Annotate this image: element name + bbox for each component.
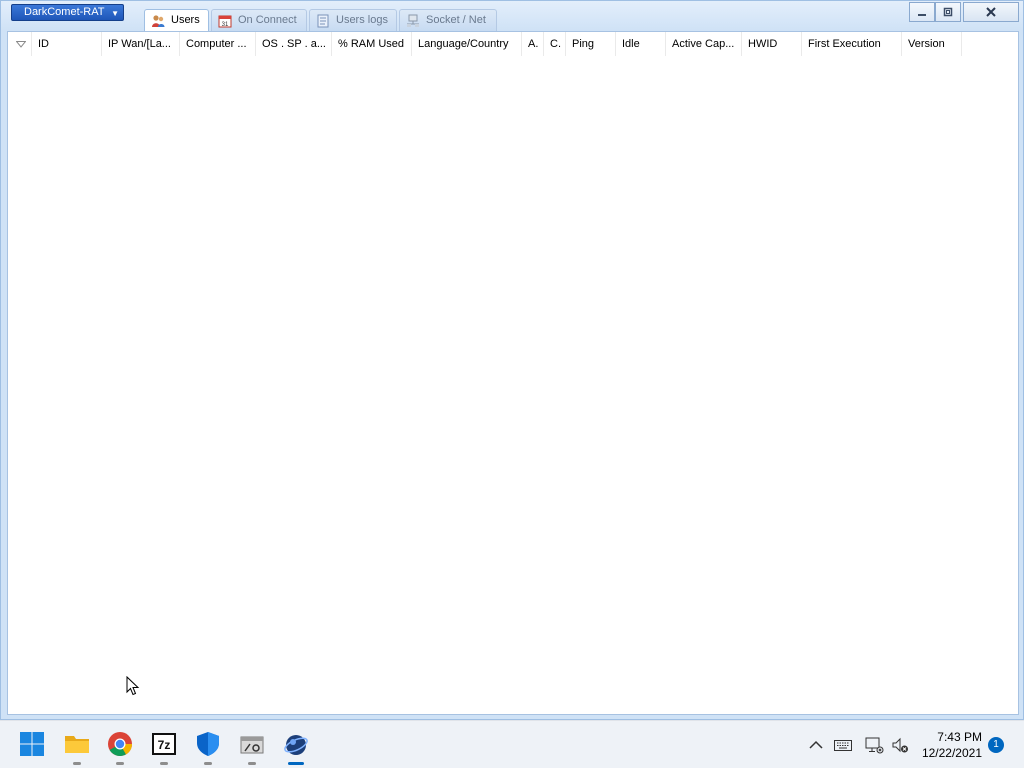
column-header-ip[interactable]: IP Wan/[La... [102,32,180,56]
users-listview[interactable]: ID IP Wan/[La... Computer ... OS . SP . … [7,31,1019,715]
tab-label: On Connect [238,14,297,26]
7zip-label: 7z [158,738,171,752]
volume-muted-icon[interactable] [890,735,910,755]
column-header-language[interactable]: Language/Country [412,32,522,56]
close-button[interactable] [963,2,1019,22]
clock-time: 7:43 PM [937,730,982,744]
restore-icon [943,7,953,17]
column-header-version[interactable]: Version [902,32,962,56]
taskbar-7zip[interactable]: 7z [147,729,181,765]
keyboard-icon[interactable] [833,735,853,755]
chrome-icon [108,732,132,757]
active-indicator [288,762,304,765]
title-bar[interactable]: DarkComet-RAT ▼ Users 31 On Connect User… [1,1,1023,32]
system-clock[interactable]: 7:43 PM 12/22/2021 [922,729,982,761]
app-menu-button[interactable]: DarkComet-RAT ▼ [11,4,124,21]
mouse-pointer-icon [126,676,140,696]
network-icon [406,14,420,28]
close-icon [986,7,996,17]
taskbar-chrome[interactable] [103,729,137,765]
running-indicator [160,762,168,765]
column-header-hwid[interactable]: HWID [742,32,802,56]
tab-on-connect[interactable]: 31 On Connect [211,9,307,31]
column-header-a[interactable]: A. [522,32,544,56]
calendar-icon: 31 [218,14,232,28]
column-header-ram[interactable]: % RAM Used [332,32,412,56]
tab-label: Users logs [336,14,388,26]
tab-socket-net[interactable]: Socket / Net [399,9,497,31]
tab-label: Socket / Net [426,14,486,26]
taskbar-defender[interactable] [191,729,225,765]
column-header-id[interactable]: ID [32,32,102,56]
list-header: ID IP Wan/[La... Computer ... OS . SP . … [8,32,1018,56]
chevron-up-icon[interactable] [806,735,826,755]
column-header-first-execution[interactable]: First Execution [802,32,902,56]
network-status-icon[interactable] [864,735,884,755]
app-window: DarkComet-RAT ▼ Users 31 On Connect User… [0,0,1024,720]
app-menu-label: DarkComet-RAT [24,6,105,18]
running-indicator [116,762,124,765]
notification-badge[interactable]: 1 [988,737,1004,753]
column-header-active-caption[interactable]: Active Cap... [666,32,742,56]
minimize-icon [918,14,926,16]
taskbar-tool[interactable] [235,729,269,765]
folder-icon [65,736,89,753]
column-header-c[interactable]: C. [544,32,566,56]
log-icon [316,14,330,28]
tab-users[interactable]: Users [144,9,209,32]
taskbar-file-explorer[interactable] [60,729,94,765]
column-header-computer[interactable]: Computer ... [180,32,256,56]
minimize-button[interactable] [909,2,935,22]
users-icon [151,14,165,28]
column-header-ping[interactable]: Ping [566,32,616,56]
darkcomet-icon [284,735,308,755]
column-header-idle[interactable]: Idle [616,32,666,56]
taskbar-darkcomet[interactable] [279,729,313,765]
calendar-day: 31 [222,22,229,28]
column-header-os[interactable]: OS . SP . a... [256,32,332,56]
shield-icon [197,732,219,756]
sort-column[interactable] [8,32,32,56]
clock-date: 12/22/2021 [921,746,982,760]
windows-start-icon [20,732,44,756]
taskbar: 7z 7:43 PM 12/22/2021 1 [0,720,1024,768]
start-button[interactable] [15,729,49,763]
chevron-down-icon: ▼ [111,9,119,18]
restore-button[interactable] [935,2,961,22]
running-indicator [248,762,256,765]
running-indicator [73,762,81,765]
tool-icon [240,736,264,754]
7zip-icon: 7z [152,733,176,755]
running-indicator [204,762,212,765]
tab-label: Users [171,14,200,26]
sort-down-icon [16,41,26,48]
tab-users-logs[interactable]: Users logs [309,9,397,31]
